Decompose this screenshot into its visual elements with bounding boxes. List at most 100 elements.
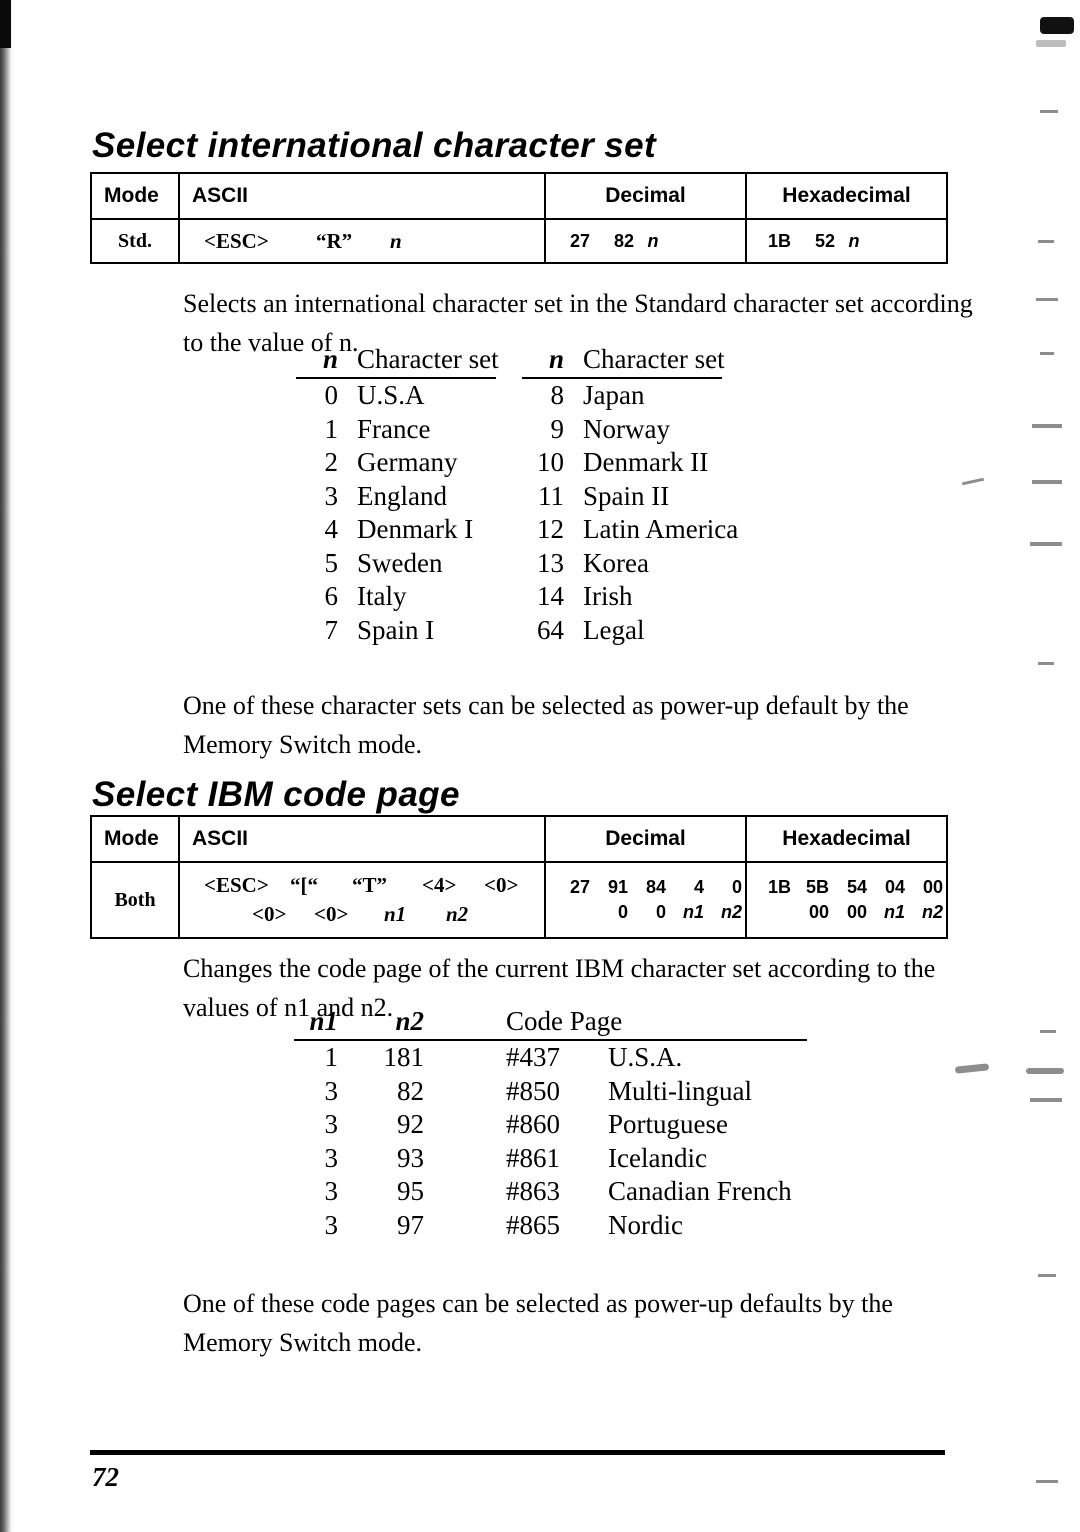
cell-ascii: <ESC> “[“ “T” <4> <0> <0> <0> n1 n2 [178, 861, 546, 939]
code-page-number: #860 [506, 1109, 560, 1139]
column-header-hexadecimal: Hexadecimal [745, 172, 948, 220]
hex-token: 5B [805, 877, 829, 897]
header-n: n [548, 344, 564, 374]
charset-name: Japan [583, 380, 645, 410]
code-page-n2: 97 [397, 1209, 424, 1240]
scan-edge-mark [1038, 662, 1054, 665]
scan-artifact-top-right-secondary [1036, 40, 1066, 47]
code-page-name: Multi-lingual [608, 1075, 752, 1106]
ascii-token: n [390, 228, 402, 253]
table-row: Both <ESC> “[“ “T” <4> <0> <0> <0> n1 n2 [90, 861, 948, 939]
ascii-token: “R” [316, 228, 353, 253]
charset-name: U.S.A [357, 380, 425, 410]
charset-name: England [357, 480, 447, 511]
scan-edge-mark [1040, 1030, 1056, 1033]
scan-edge-mark [1030, 542, 1062, 546]
list-item: 3 England [296, 480, 499, 514]
column-header-mode: Mode [90, 815, 180, 863]
charset-list-right: n Character set 8 Japan 9 Norway 10 Denm… [522, 344, 738, 647]
table-row: Std. <ESC> “R” n 27 82 n 1B 52 n [90, 218, 948, 264]
code-page-name: U.S.A. [608, 1042, 683, 1072]
command-table-international: Mode ASCII Decimal Hexadecimal Std. <ESC… [90, 172, 948, 264]
code-page-number: #865 [506, 1209, 560, 1240]
charset-index: 7 [324, 614, 339, 645]
code-page-n1: 3 [324, 1075, 339, 1106]
code-page-number: #861 [506, 1142, 560, 1173]
scan-edge-mark [1026, 1068, 1064, 1074]
header-character-set: Character set [583, 344, 725, 374]
charset-name: Spain II [583, 480, 670, 511]
scan-edge-mark [1036, 298, 1058, 301]
cell-hexadecimal: 1B 52 n [745, 218, 948, 264]
column-header-ascii: ASCII [178, 172, 546, 220]
header-n: n [322, 344, 338, 374]
hex-token: 00 [922, 877, 943, 897]
scan-edge-mark [954, 1063, 990, 1074]
list-item: 3 82 #850 Multi-lingual [294, 1075, 807, 1109]
column-header-mode: Mode [90, 172, 180, 220]
decimal-token: 27 [569, 877, 590, 897]
section-title-international: Select international character set [92, 126, 657, 166]
header-character-set: Character set [357, 344, 499, 374]
manual-page: Select international character set Mode … [0, 0, 1080, 1532]
code-page-n1: 1 [324, 1042, 339, 1072]
charset-list-right-header: n Character set [522, 344, 738, 375]
list-item: 3 93 #861 Icelandic [294, 1142, 807, 1176]
charset-list-left-header: n Character set [296, 344, 499, 375]
hex-token: 00 [808, 902, 829, 922]
table-header-row: Mode ASCII Decimal Hexadecimal [90, 815, 948, 863]
list-item: 1 France [296, 413, 499, 447]
scan-gutter-shadow [0, 0, 13, 1532]
list-item: 64 Legal [522, 614, 738, 648]
charset-index: 1 [324, 413, 339, 444]
hex-token: n1 [883, 902, 905, 922]
column-header-hexadecimal: Hexadecimal [745, 815, 948, 863]
charset-index: 4 [324, 514, 339, 544]
cell-ascii: <ESC> “R” n [178, 218, 546, 264]
code-page-number: #850 [506, 1075, 560, 1106]
list-item: 12 Latin America [522, 513, 738, 547]
decimal-token: 27 [569, 230, 590, 251]
code-page-n1: 3 [324, 1142, 339, 1173]
code-page-list: n1 n2 Code Page 1 181 #437 U.S.A. 3 82 #… [294, 1006, 807, 1242]
code-page-name: Canadian French [608, 1176, 792, 1206]
code-page-name: Portuguese [608, 1109, 728, 1139]
list-item: 8 Japan [522, 379, 738, 413]
code-page-list-header: n1 n2 Code Page [294, 1006, 807, 1037]
decimal-token: 4 [693, 877, 704, 897]
charset-name: Denmark I [357, 514, 474, 544]
list-item: 2 Germany [296, 446, 499, 480]
section-title-ibm-code-page: Select IBM code page [92, 775, 460, 815]
scan-edge-mark [1032, 424, 1062, 428]
list-item: 3 92 #860 Portuguese [294, 1108, 807, 1142]
charset-name: Sweden [357, 547, 443, 578]
code-page-name: Nordic [608, 1209, 683, 1240]
scan-edge-mark [961, 477, 985, 486]
charset-index: 9 [550, 413, 565, 444]
ascii-token: <ESC> [204, 228, 269, 253]
hex-token: 00 [846, 902, 867, 922]
footnote-ibm-code-page: One of these code pages can be selected … [183, 1289, 893, 1357]
decimal-token: 0 [731, 877, 742, 897]
charset-index: 11 [538, 480, 564, 511]
charset-name: Irish [583, 581, 633, 611]
charset-name: Latin America [583, 514, 739, 544]
code-page-n1: 3 [324, 1209, 339, 1240]
charset-name: Spain I [357, 614, 435, 645]
charset-name: Norway [583, 413, 670, 444]
scan-edge-mark [1038, 240, 1054, 243]
code-page-n1: 3 [324, 1176, 339, 1206]
charset-index: 13 [537, 547, 564, 578]
code-page-n2: 82 [397, 1075, 424, 1106]
column-header-decimal: Decimal [544, 172, 747, 220]
code-page-name: Icelandic [608, 1142, 707, 1173]
footer-rule [90, 1450, 945, 1455]
list-item: 13 Korea [522, 547, 738, 581]
list-item: 11 Spain II [522, 480, 738, 514]
scan-edge-mark [1038, 1274, 1056, 1277]
charset-name: Denmark II [583, 447, 709, 477]
hex-token: 1B [767, 877, 791, 897]
hex-token: n2 [921, 902, 943, 922]
list-item: 3 97 #865 Nordic [294, 1209, 807, 1243]
scan-edge-mark [1040, 110, 1058, 113]
